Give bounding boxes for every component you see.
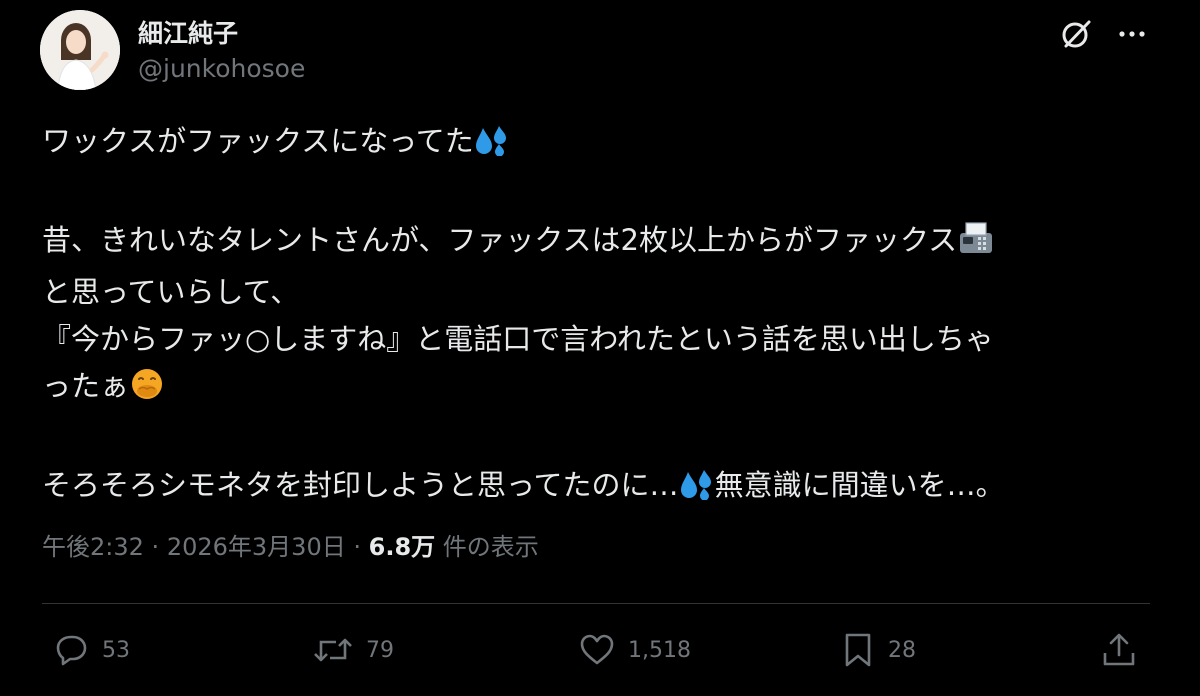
tweet-line-text: と思っていらして、	[42, 275, 300, 309]
tweet-line: 昔、きれいなタレントさんが、ファックスは2枚以上からがファックス	[42, 217, 1152, 269]
share-button[interactable]	[1100, 630, 1138, 670]
tweet-line: と思っていらして、	[42, 269, 1152, 316]
tweet-line: そろそろシモネタを封印しようと思ってたのに… 無意識に間違いを…。	[42, 462, 1152, 514]
sweat-drops-emoji-icon	[475, 123, 509, 170]
repost-count: 79	[366, 637, 394, 663]
bookmark-count: 28	[888, 637, 916, 663]
repost-icon	[312, 632, 354, 668]
repost-button[interactable]: 79	[312, 630, 394, 670]
bookmark-button[interactable]: 28	[840, 630, 916, 670]
fax-emoji-icon	[958, 221, 994, 269]
avatar[interactable]	[40, 10, 120, 90]
tweet-line-text: 昔、きれいなタレントさんが、ファックスは2枚以上からがファックス	[42, 223, 958, 257]
tweet-line-text: そろそろシモネタを封印しようと思ってたのに…	[42, 468, 679, 502]
action-bar: 53 79 1,518 28	[0, 622, 1200, 678]
like-button[interactable]: 1,518	[578, 630, 691, 670]
tweet-line-text: 『今からファッ○しますね』と電話口で言われたという話を思い出しちゃ	[42, 322, 994, 356]
author-handle[interactable]: @junkohosoe	[138, 54, 305, 83]
share-icon	[1100, 631, 1138, 669]
like-count: 1,518	[628, 637, 691, 663]
sweat-drops-emoji-icon	[680, 467, 714, 514]
hand-over-mouth-emoji-icon	[130, 367, 164, 415]
bookmark-icon	[840, 631, 876, 669]
tweet-date[interactable]: 2026年3月30日	[167, 533, 346, 561]
author-display-name[interactable]: 細江純子	[138, 14, 238, 50]
tweet-line: ワックスがファックスになってた	[42, 118, 1152, 170]
views-label: 件の表示	[442, 533, 539, 561]
tweet-time[interactable]: 午後2:32	[42, 533, 144, 561]
tweet-card: 細江純子 @junkohosoe ワックスがファックスになってた 昔、きれいなタ…	[0, 0, 1200, 696]
heart-icon	[578, 632, 616, 668]
divider	[42, 603, 1150, 604]
tweet-text: ワックスがファックスになってた 昔、きれいなタレントさんが、ファックスは2枚以上…	[42, 118, 1152, 514]
tweet-line-text: 無意識に間違いを…。	[714, 468, 1005, 502]
reply-button[interactable]: 53	[52, 630, 130, 670]
tweet-line-text: ワックスがファックスになってた	[42, 124, 474, 158]
more-icon[interactable]	[1112, 16, 1152, 52]
meta-separator: ·	[151, 533, 160, 561]
grok-icon[interactable]	[1058, 16, 1094, 52]
views-count[interactable]: 6.8万	[369, 533, 436, 561]
reply-count: 53	[102, 637, 130, 663]
meta-separator: ·	[353, 533, 361, 561]
tweet-line-text: ったぁ	[42, 369, 130, 403]
reply-icon	[52, 632, 90, 668]
tweet-line: ったぁ	[42, 363, 1152, 415]
tweet-meta: 午後2:32 · 2026年3月30日 · 6.8万 件の表示	[42, 527, 539, 562]
tweet-line: 『今からファッ○しますね』と電話口で言われたという話を思い出しちゃ	[42, 316, 1152, 363]
